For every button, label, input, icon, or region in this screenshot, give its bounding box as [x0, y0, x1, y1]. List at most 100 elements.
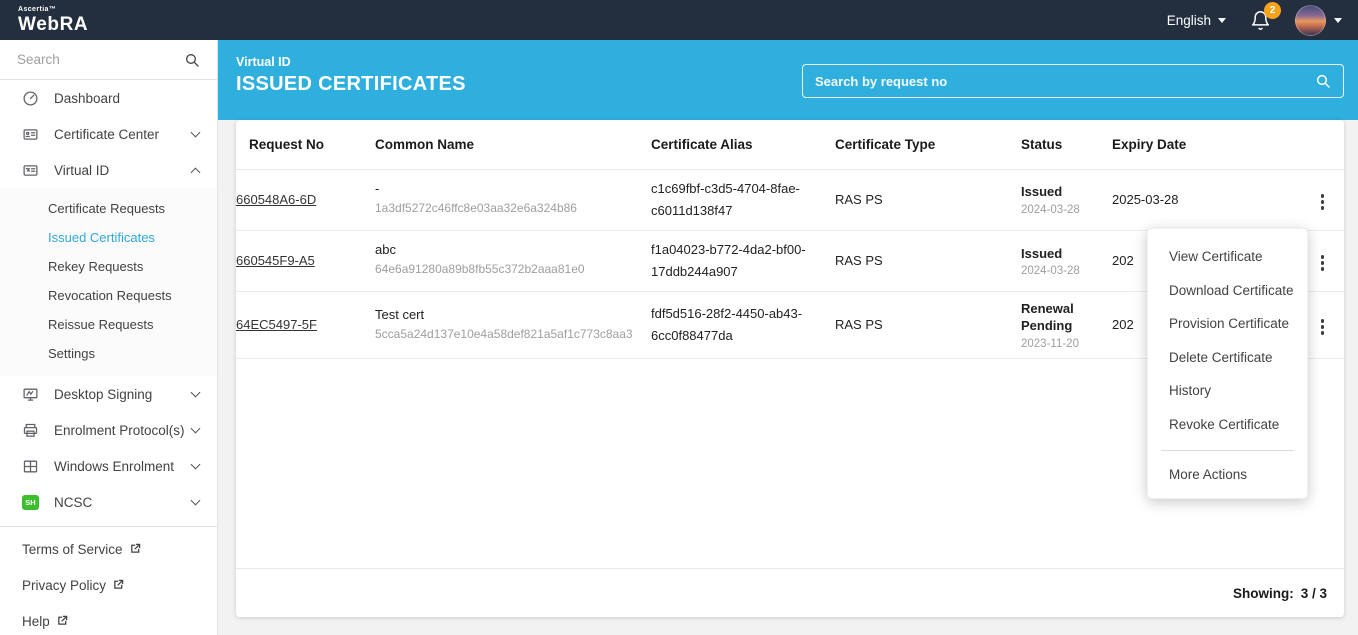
main-content: Virtual ID ISSUED CERTIFICATES Request N…: [218, 40, 1358, 635]
status-date: 2023-11-20: [1021, 338, 1098, 350]
sidebar-item-certificate-requests[interactable]: Certificate Requests: [0, 194, 217, 223]
sidebar-search: [0, 40, 217, 80]
chevron-down-icon: [191, 496, 201, 506]
common-name: abc: [375, 242, 637, 257]
id-card-icon: [22, 126, 39, 143]
printer-icon: [22, 422, 39, 439]
id-card-icon: [22, 162, 39, 179]
column-header-certificate-alias: Certificate Alias: [651, 120, 835, 169]
sidebar-item-revocation-requests[interactable]: Revocation Requests: [0, 281, 217, 310]
common-name: Test cert: [375, 307, 637, 322]
request-no-link[interactable]: 64EC5497-5F: [236, 317, 317, 332]
sidebar-item-reissue-requests[interactable]: Reissue Requests: [0, 310, 217, 339]
page-header: Virtual ID ISSUED CERTIFICATES: [236, 55, 466, 96]
sidebar: Dashboard Certificate Center Virtual ID …: [0, 40, 218, 635]
chevron-down-icon: [1334, 18, 1342, 23]
sidebar-item-certificate-center[interactable]: Certificate Center: [0, 116, 217, 152]
request-no-link[interactable]: 660548A6-6D: [236, 192, 316, 207]
common-name-hash: 64e6a91280a89b8fb55c372b2aaa81e0: [375, 260, 637, 279]
chevron-down-icon: [191, 128, 201, 138]
window-grid-icon: [22, 458, 39, 475]
sidebar-item-issued-certificates[interactable]: Issued Certificates: [0, 223, 217, 252]
link-privacy-policy[interactable]: Privacy Policy: [0, 567, 217, 603]
menu-item-view-certificate[interactable]: View Certificate: [1148, 240, 1307, 274]
sidebar-item-rekey-requests[interactable]: Rekey Requests: [0, 252, 217, 281]
certificate-alias: f1a04023-b772-4da2-bf00-17ddb244a907: [651, 239, 821, 283]
column-header-actions: [1300, 120, 1344, 169]
link-help[interactable]: Help: [0, 603, 217, 635]
chevron-down-icon: [191, 460, 201, 470]
user-menu[interactable]: [1295, 5, 1342, 36]
notification-badge: 2: [1264, 2, 1281, 19]
table-footer: Showing: 3 / 3: [236, 568, 1344, 617]
showing-count: 3 / 3: [1301, 586, 1327, 601]
dashboard-icon: [22, 90, 39, 107]
sidebar-search-input[interactable]: [17, 52, 167, 67]
sidebar-item-ncsc[interactable]: SH NCSC: [0, 484, 217, 520]
sidebar-item-virtual-id[interactable]: Virtual ID: [0, 152, 217, 188]
sidebar-item-dashboard[interactable]: Dashboard: [0, 80, 217, 116]
request-no-link[interactable]: 660545F9-A5: [236, 253, 315, 268]
column-header-request-no: Request No: [236, 120, 375, 169]
menu-item-history[interactable]: History: [1148, 374, 1307, 408]
external-link-icon: [130, 542, 141, 557]
column-header-certificate-type: Certificate Type: [835, 120, 1021, 169]
status-badge: Issued: [1021, 245, 1098, 263]
menu-item-revoke-certificate[interactable]: Revoke Certificate: [1148, 408, 1307, 442]
expiry-date: 202: [1112, 317, 1134, 332]
language-selector[interactable]: English: [1167, 13, 1226, 28]
certificate-type: RAS PS: [835, 253, 883, 268]
chevron-down-icon: [191, 424, 201, 434]
notifications-button[interactable]: 2: [1250, 10, 1271, 31]
page-title: ISSUED CERTIFICATES: [236, 73, 466, 96]
common-name-hash: 5cca5a24d137e10e4a58def821a5af1c773c8aa3: [375, 325, 637, 344]
avatar: [1295, 5, 1326, 36]
sidebar-item-label: Windows Enrolment: [54, 459, 192, 474]
brand-product: WebRA: [18, 15, 88, 34]
common-name-hash: 1a3df5272c46ffc8e03aa32e6a324b86: [375, 199, 637, 218]
search-icon[interactable]: [184, 52, 200, 68]
breadcrumb: Virtual ID: [236, 55, 466, 69]
brand-company: Ascertia™: [18, 6, 88, 13]
sidebar-item-desktop-signing[interactable]: Desktop Signing: [0, 376, 217, 412]
monitor-icon: [22, 386, 39, 403]
sidebar-item-settings[interactable]: Settings: [0, 339, 217, 368]
column-header-common-name: Common Name: [375, 120, 651, 169]
row-actions-kebab-button[interactable]: [1315, 250, 1331, 276]
sidebar-item-label: Desktop Signing: [54, 387, 192, 402]
row-actions-kebab-button[interactable]: [1315, 314, 1331, 340]
sidebar-item-label: Dashboard: [54, 91, 199, 106]
request-search-input[interactable]: [815, 74, 1315, 89]
certificate-type: RAS PS: [835, 192, 883, 207]
link-terms-of-service[interactable]: Terms of Service: [0, 531, 217, 567]
row-actions-kebab-button[interactable]: [1315, 189, 1331, 215]
sidebar-nav: Dashboard Certificate Center Virtual ID …: [0, 80, 217, 520]
link-label: Help: [22, 614, 50, 629]
link-label: Terms of Service: [22, 542, 123, 557]
expiry-date: 202: [1112, 253, 1134, 268]
common-name: -: [375, 181, 637, 196]
row-actions-menu: View Certificate Download Certificate Pr…: [1147, 228, 1308, 499]
menu-item-delete-certificate[interactable]: Delete Certificate: [1148, 341, 1307, 375]
sidebar-item-label: NCSC: [54, 495, 192, 510]
table-header-row: Request No Common Name Certificate Alias…: [236, 120, 1344, 169]
search-icon[interactable]: [1315, 73, 1331, 89]
request-search-box: [802, 64, 1344, 98]
link-label: Privacy Policy: [22, 578, 106, 593]
status-badge: Issued: [1021, 183, 1098, 201]
chevron-up-icon: [191, 167, 201, 177]
sidebar-item-enrolment-protocols[interactable]: Enrolment Protocol(s): [0, 412, 217, 448]
external-link-icon: [113, 578, 124, 593]
menu-item-provision-certificate[interactable]: Provision Certificate: [1148, 307, 1307, 341]
chevron-down-icon: [1218, 18, 1226, 23]
menu-item-more-actions[interactable]: More Actions: [1148, 451, 1307, 498]
status-date: 2024-03-28: [1021, 265, 1098, 277]
sidebar-item-label: Enrolment Protocol(s): [54, 423, 192, 438]
menu-item-download-certificate[interactable]: Download Certificate: [1148, 274, 1307, 308]
expiry-date: 2025-03-28: [1112, 192, 1179, 207]
certificate-type: RAS PS: [835, 317, 883, 332]
chevron-down-icon: [191, 388, 201, 398]
status-date: 2024-03-28: [1021, 204, 1098, 216]
column-header-expiry-date: Expiry Date: [1112, 120, 1300, 169]
sidebar-item-windows-enrolment[interactable]: Windows Enrolment: [0, 448, 217, 484]
